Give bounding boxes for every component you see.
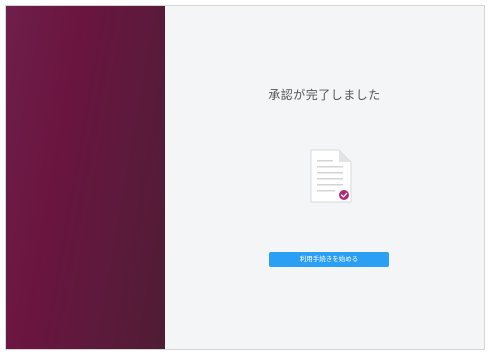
document-check-icon (310, 149, 352, 203)
app-window: 承認が完了しました 利用手続きを始める (5, 5, 485, 350)
main-panel: 承認が完了しました 利用手続きを始める (165, 6, 484, 349)
side-brand-panel (6, 6, 165, 349)
start-procedure-button[interactable]: 利用手続きを始める (269, 252, 389, 267)
page-title: 承認が完了しました (268, 88, 381, 102)
